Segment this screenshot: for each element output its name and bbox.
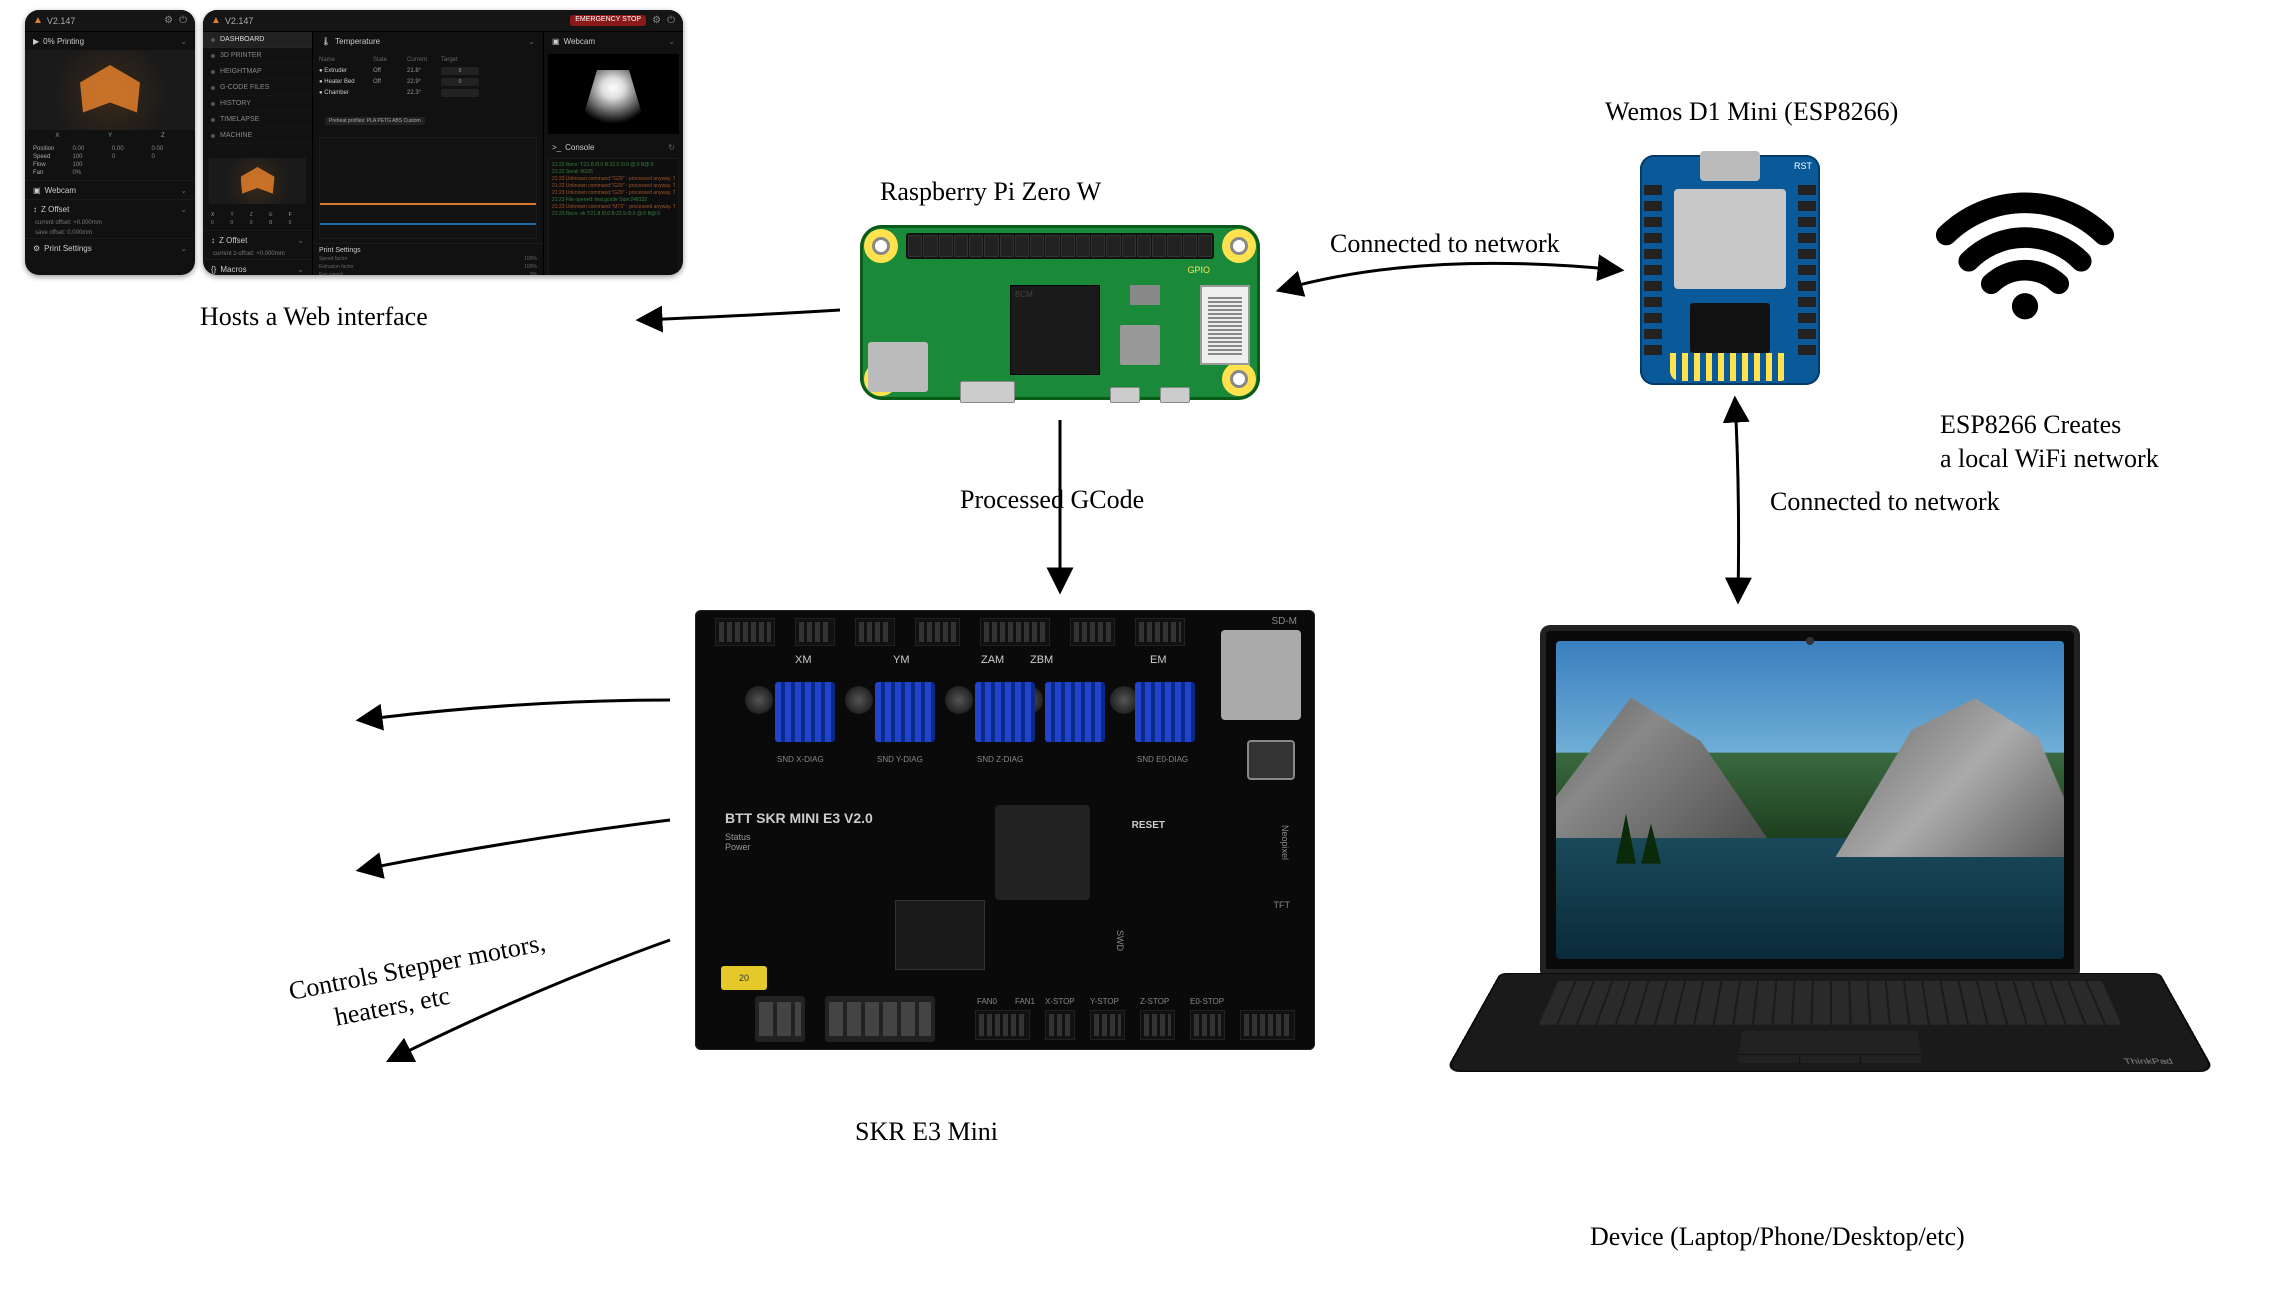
webui-right-panel: ▲ V2.147 EMERGENCY STOP ⚙⏻ DASHBOARD3D P…: [203, 10, 683, 275]
stepper-driver-heatsink: [1135, 682, 1195, 742]
stepper-driver-heatsink: [1045, 682, 1105, 742]
webui-sidebar: DASHBOARD3D PRINTERHEIGHTMAPG-CODE FILES…: [203, 32, 313, 275]
micro-sd-slot: [868, 342, 928, 392]
mini-usb-port: [1247, 740, 1295, 780]
wifi-icon: [1930, 175, 2120, 325]
edge-rpi-wemos-label: Connected to network: [1330, 227, 1560, 261]
wemos-d1-mini: RST: [1640, 155, 1820, 385]
pin-header-left: [1644, 185, 1662, 355]
sidebar-item: TIMELAPSE: [203, 112, 312, 128]
sidebar-item: 3D PRINTER: [203, 48, 312, 64]
micro-usb-power-port: [1160, 387, 1190, 403]
wemos-label: Wemos D1 Mini (ESP8266): [1605, 95, 1898, 129]
webcam-icon: [1806, 637, 1814, 645]
raspberry-pi-zero-w: GPIO: [860, 225, 1260, 400]
model-preview: [25, 50, 195, 130]
sidebar-item: HEIGHTMAP: [203, 64, 312, 80]
edge-rpi-skr-label: Processed GCode: [960, 483, 1144, 517]
esp8266-chip: [1690, 303, 1770, 353]
pin-header-right: [1798, 185, 1816, 355]
keyboard: [1539, 981, 2122, 1025]
power-terminal: [825, 996, 935, 1042]
camera-view: [548, 54, 679, 134]
camera-csi-connector: [1200, 285, 1250, 365]
rpi-small-ic: [1130, 285, 1160, 305]
sidebar-item: HISTORY: [203, 96, 312, 112]
micro-usb-port: [1110, 387, 1140, 403]
laptop-device: ThinkPad: [1480, 625, 2180, 1135]
skr-label: SKR E3 Mini: [855, 1115, 998, 1149]
rpi-wifi-shield: [1120, 325, 1160, 365]
stepper-driver-heatsink: [775, 682, 835, 742]
sidebar-item: MACHINE: [203, 128, 312, 144]
power-terminal: [755, 996, 805, 1042]
console: 21:22 Recv: T:21.8 /0.0 B:22.9 /0.0 @:0 …: [548, 158, 679, 275]
stats-grid: Position0.000.000.00Speed10000Flow100Fan…: [25, 142, 195, 180]
stepper-driver-heatsink: [975, 682, 1035, 742]
wifi-caption: ESP8266 Creates a local WiFi network: [1940, 408, 2260, 476]
gpio-header: [906, 233, 1214, 259]
desktop-wallpaper: [1556, 641, 2064, 959]
brand-logo: ThinkPad: [2122, 1058, 2174, 1066]
mini-hdmi-port: [960, 381, 1015, 403]
mcu-chip: [995, 805, 1090, 900]
fuse: 20: [721, 966, 767, 990]
laptop-label: Device (Laptop/Phone/Desktop/etc): [1590, 1220, 1965, 1254]
edge-skr-out-label: Controls Stepper motors, heaters, etc: [286, 926, 555, 1042]
mosfet: [895, 900, 985, 970]
cpu-chip: [1010, 285, 1100, 375]
printing-status: 0% Printing: [43, 37, 84, 46]
pcb-antenna: [1670, 353, 1790, 381]
emergency-stop-badge: EMERGENCY STOP: [570, 15, 646, 26]
micro-usb-port: [1700, 151, 1760, 181]
sd-card-slot: [1221, 630, 1301, 720]
web-interface-screenshot: ▲ V2.147 ⚙⏻ ▶ 0% Printing ⌄ X Y Z Positi…: [25, 10, 690, 275]
trackpad: [1738, 1031, 1922, 1063]
temperature-graph: [319, 137, 537, 239]
sidebar-item: DASHBOARD: [203, 32, 312, 48]
sidebar-item: G-CODE FILES: [203, 80, 312, 96]
mini-preview: [209, 158, 306, 204]
rpi-label: Raspberry Pi Zero W: [880, 175, 1101, 209]
webui-left-panel: ▲ V2.147 ⚙⏻ ▶ 0% Printing ⌄ X Y Z Positi…: [25, 10, 195, 275]
rf-shield: [1674, 189, 1786, 289]
version-label: V2.147: [47, 16, 76, 26]
edge-wemos-laptop-label: Connected to network: [1770, 485, 2000, 519]
skr-e3-mini-board: XM YM ZAM ZBM EM SND X-DIAG SND Y-DIAG S…: [695, 610, 1315, 1050]
web-interface-caption: Hosts a Web interface: [200, 300, 428, 334]
stepper-driver-heatsink: [875, 682, 935, 742]
